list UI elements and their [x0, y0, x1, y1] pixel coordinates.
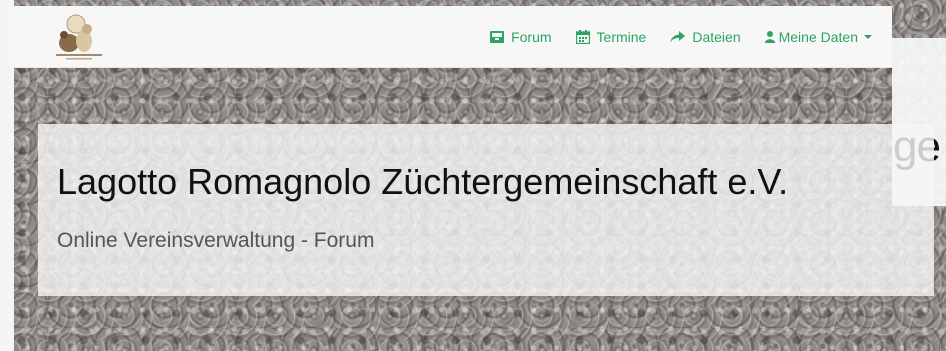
nav-dateien[interactable]: Dateien	[658, 29, 752, 45]
lagotto-dogs-logo-icon[interactable]	[52, 10, 106, 64]
nav-forum[interactable]: Forum	[478, 29, 563, 45]
inbox-icon	[490, 30, 505, 43]
nav-termine[interactable]: Termine	[564, 29, 659, 45]
nav-termine-label: Termine	[596, 28, 647, 45]
page-subtitle: Online Vereinsverwaltung - Forum	[57, 229, 375, 252]
calendar-icon	[575, 29, 590, 44]
nav-forum-label: Forum	[511, 28, 552, 45]
nav-meine-daten-label: Meine Daten	[778, 28, 858, 45]
chevron-down-icon	[864, 34, 872, 39]
top-navbar: Forum Termine Dateien Meine Daten	[14, 6, 892, 68]
page-edge	[0, 0, 14, 351]
main-nav: Forum Termine Dateien Meine Daten	[478, 6, 884, 67]
share-arrow-icon	[670, 30, 686, 43]
user-icon	[764, 30, 775, 43]
nav-dateien-label: Dateien	[692, 28, 741, 45]
page-title: Lagotto Romagnolo Züchtergemeinschaft e.…	[57, 161, 789, 202]
nav-meine-daten-dropdown[interactable]: Meine Daten	[753, 29, 884, 45]
jumbotron: Lagotto Romagnolo Züchtergemeinschaft e.…	[38, 124, 934, 296]
